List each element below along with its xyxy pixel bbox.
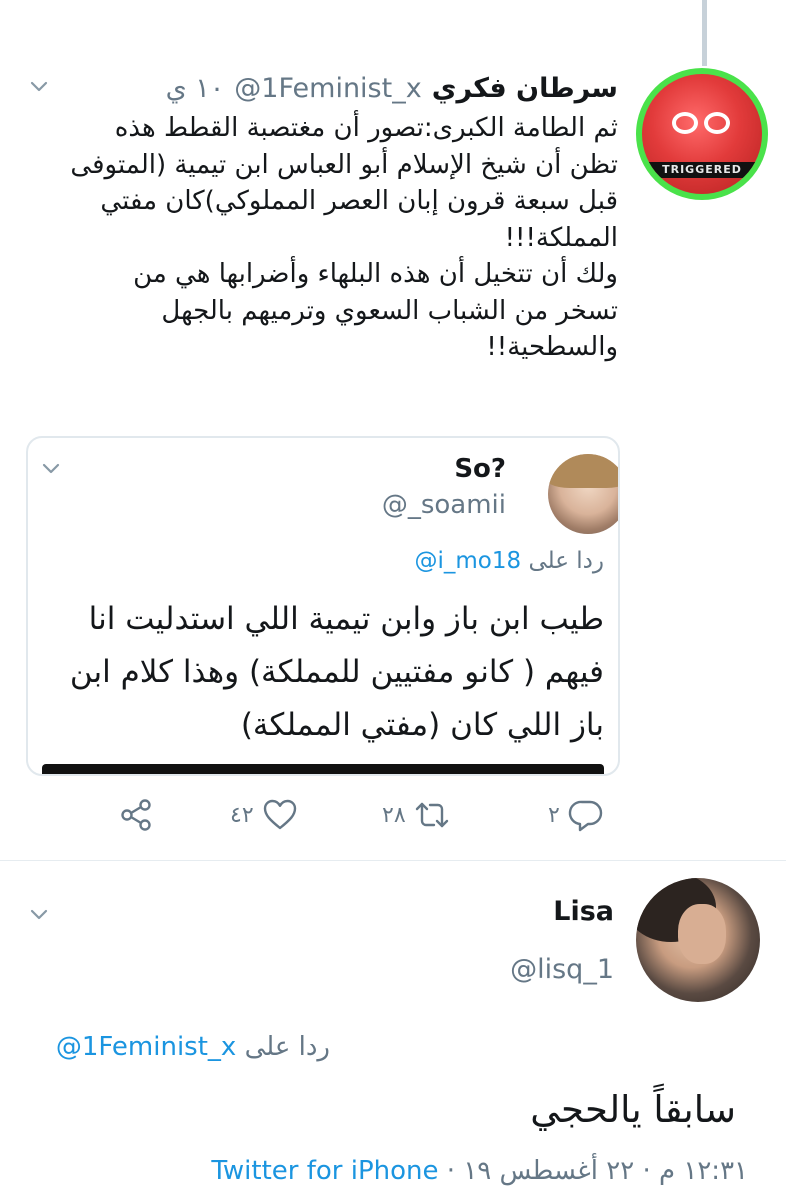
- chevron-down-icon[interactable]: [30, 78, 48, 96]
- username[interactable]: @lisq_1: [510, 954, 614, 985]
- tweet-timestamp[interactable]: ١٢:٣١ م · ٢٢ أغسطس ١٩: [463, 1156, 748, 1186]
- quoted-display-name[interactable]: So?: [454, 454, 506, 484]
- avatar-caption: TRIGGERED: [642, 162, 762, 178]
- tweet-text-line: تظن أن شيخ الإسلام أبو العباس ابن تيمية …: [70, 149, 618, 180]
- tweet-actions: ٤٢ ٢٨ ٢: [0, 790, 786, 840]
- tweet-header: سرطان فكري @1Feminist_x ١٠ ي: [166, 66, 618, 110]
- thread-line: [702, 0, 707, 66]
- retweet-button[interactable]: ٢٨: [382, 790, 450, 840]
- tweet-meta: ١٢:٣١ م · ٢٢ أغسطس ١٩ · Twitter for iPho…: [211, 1156, 748, 1186]
- quoted-reply-context: ردا على @i_mo18: [414, 548, 604, 574]
- quoted-tweet-text: طيب ابن باز وابن تيمية اللي استدليت انا …: [44, 593, 604, 752]
- retweet-icon: [415, 802, 448, 828]
- reply-count: ٢: [548, 802, 560, 828]
- like-count: ٤٢: [230, 802, 254, 828]
- tweet-time[interactable]: ١٠ ي: [166, 73, 225, 104]
- reply-context: ردا على @1Feminist_x: [56, 1032, 330, 1062]
- tweet-text: سابقاً يالحجي: [530, 1088, 736, 1131]
- tweet-text-line: تسخر من الشباب السعوي وترميهم بالجهل: [161, 295, 618, 326]
- reply-button[interactable]: ٢: [548, 790, 604, 840]
- reply-to-handle-link[interactable]: @1Feminist_x: [56, 1032, 236, 1062]
- avatar[interactable]: [636, 878, 760, 1002]
- share-icon: [121, 799, 151, 831]
- reply-to-handle-link[interactable]: @i_mo18: [414, 548, 521, 574]
- tweet-text: ثم الطامة الكبرى:تصور أن مغتصبة القطط هذ…: [70, 110, 618, 366]
- quoted-tweet-card[interactable]: So? @_soamii ردا على @i_mo18 طيب ابن باز…: [26, 436, 620, 776]
- quoted-text-line: باز اللي كان (مفتي المملكة): [240, 707, 604, 743]
- username[interactable]: @1Feminist_x: [234, 73, 421, 104]
- quoted-text-line: فيهم ( كانو مفتيين للمملكة) وهذا كلام اب…: [69, 654, 604, 690]
- avatar[interactable]: TRIGGERED: [636, 68, 768, 200]
- tweet-text-line: ثم الطامة الكبرى:تصور أن مغتصبة القطط هذ…: [114, 113, 618, 143]
- chevron-down-icon[interactable]: [30, 906, 48, 924]
- display-name[interactable]: Lisa: [553, 896, 614, 927]
- quoted-media-edge: [42, 764, 604, 774]
- quoted-username[interactable]: @_soamii: [382, 490, 506, 520]
- reply-prefix: ردا على: [244, 1032, 330, 1062]
- tweet-text-line: والسطحية!!: [486, 332, 618, 362]
- retweet-count: ٢٨: [382, 802, 406, 828]
- tweet-divider: [0, 860, 786, 861]
- reply-prefix: ردا على: [528, 548, 604, 574]
- like-button[interactable]: ٤٢: [230, 790, 298, 840]
- heart-icon: [263, 799, 296, 830]
- chevron-down-icon[interactable]: [42, 460, 60, 478]
- quoted-avatar[interactable]: [548, 454, 618, 534]
- display-name[interactable]: سرطان فكري: [432, 73, 618, 104]
- tweet-text-line: المملكة!!!: [504, 222, 618, 253]
- reply-icon: [568, 800, 602, 832]
- source-link[interactable]: Twitter for iPhone: [211, 1156, 438, 1186]
- tweet-text-line: ولك أن تتخيل أن هذه البلهاء وأضرابها هي …: [133, 259, 618, 289]
- quoted-text-line: طيب ابن باز وابن تيمية اللي استدليت انا: [88, 601, 604, 637]
- meta-separator: ·: [446, 1156, 456, 1186]
- tweet-text-line: قبل سبعة قرون إبان العصر المملوكي)كان مف…: [100, 186, 618, 216]
- share-button[interactable]: [118, 790, 154, 840]
